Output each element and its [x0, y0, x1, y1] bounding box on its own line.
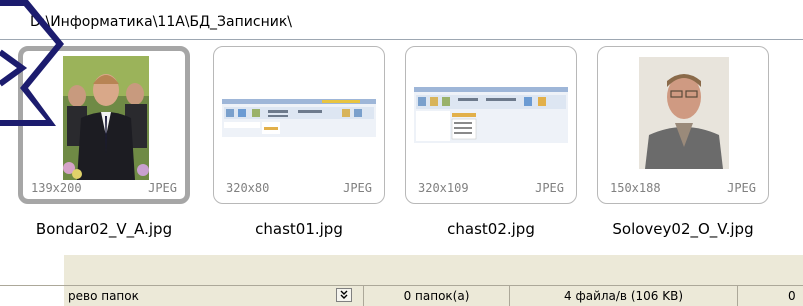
status-extra: 0 — [788, 289, 796, 303]
status-bar-row: рево папок 0 папок(а) 4 файла/в (106 KB)… — [0, 285, 803, 306]
folder-tree-cell[interactable]: рево папок — [64, 286, 364, 306]
image-type: JPEG — [343, 181, 372, 195]
arrow-overlay-icon — [0, 0, 64, 126]
files-count: 4 файла/в (106 KB) — [510, 286, 738, 306]
image-dimensions: 320x80 — [226, 181, 270, 195]
image-dimensions: 150x188 — [610, 181, 661, 195]
file-name[interactable]: Solovey02_O_V.jpg — [597, 220, 769, 238]
photo-preview — [639, 57, 729, 169]
address-bar[interactable]: D:\Информатика\11А\БД_Записник\ — [0, 0, 803, 40]
image-type: JPEG — [148, 181, 177, 195]
thumbnail-gallery: 139x200 JPEG 320x80 JPEG 320x109 JPEG 15… — [0, 40, 803, 246]
photo-preview — [63, 56, 149, 180]
image-type: JPEG — [535, 181, 564, 195]
image-dimensions: 139x200 — [31, 181, 82, 195]
file-name[interactable]: chast02.jpg — [405, 220, 577, 238]
folder-tree-toggle-button[interactable] — [336, 288, 352, 302]
thumbnail-item[interactable]: 320x109 JPEG — [405, 46, 577, 204]
image-type: JPEG — [727, 181, 756, 195]
folder-tree-label: рево папок — [68, 289, 139, 303]
file-name[interactable]: Bondar02_V_A.jpg — [18, 220, 190, 238]
screenshot-preview — [222, 99, 376, 137]
thumbnail-item[interactable]: 150x188 JPEG — [597, 46, 769, 204]
folders-count: 0 папок(а) — [364, 286, 510, 306]
thumbnail-item[interactable]: 320x80 JPEG — [213, 46, 385, 204]
double-chevron-down-icon — [340, 290, 348, 299]
image-dimensions: 320x109 — [418, 181, 469, 195]
screenshot-preview — [414, 87, 568, 143]
file-name[interactable]: chast01.jpg — [213, 220, 385, 238]
status-bar: рево папок 0 папок(а) 4 файла/в (106 KB)… — [0, 255, 803, 306]
